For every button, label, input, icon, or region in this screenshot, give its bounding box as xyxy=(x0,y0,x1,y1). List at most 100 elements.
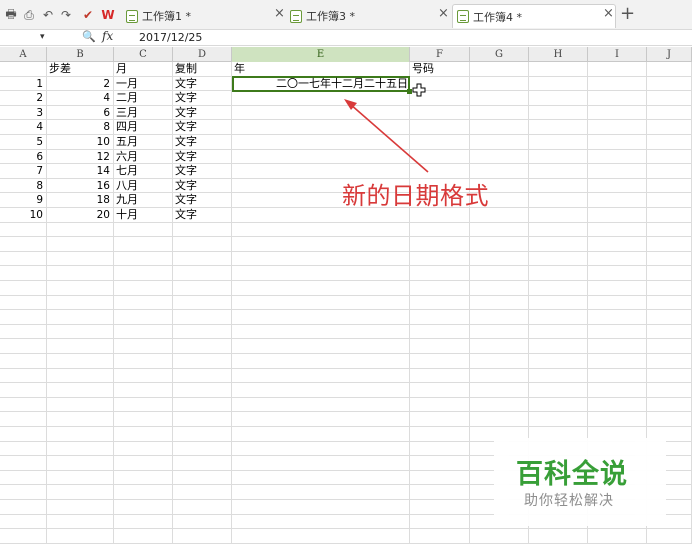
cell[interactable] xyxy=(173,251,232,267)
cell-header-copy[interactable]: 复制 xyxy=(173,62,232,77)
cell[interactable] xyxy=(410,310,470,325)
cell-step[interactable]: 18 xyxy=(47,193,114,208)
tab-workbook1[interactable]: 工作簿1 * xyxy=(126,4,191,28)
cell-index[interactable]: 6 xyxy=(0,149,47,165)
cell[interactable] xyxy=(232,91,410,106)
cell-copy[interactable]: 文字 xyxy=(173,193,232,208)
cell[interactable] xyxy=(470,412,529,427)
cell[interactable] xyxy=(410,456,470,471)
cell[interactable] xyxy=(410,281,470,296)
cell[interactable] xyxy=(588,164,647,179)
column-header-a[interactable]: A xyxy=(0,47,47,62)
cell[interactable] xyxy=(588,222,647,238)
cell[interactable] xyxy=(470,324,529,340)
cell[interactable] xyxy=(232,383,410,398)
cell[interactable] xyxy=(114,383,173,398)
cell[interactable] xyxy=(529,135,588,150)
cell[interactable] xyxy=(114,441,173,457)
cell[interactable] xyxy=(173,427,232,442)
cell-month[interactable]: 一月 xyxy=(114,76,173,92)
cell[interactable] xyxy=(114,354,173,369)
cell-month[interactable]: 十月 xyxy=(114,208,173,223)
cell[interactable] xyxy=(173,339,232,354)
cell[interactable] xyxy=(173,500,232,515)
close-tab-workbook4-icon[interactable]: × xyxy=(603,6,614,21)
cell[interactable] xyxy=(0,397,47,413)
cell-copy[interactable]: 文字 xyxy=(173,208,232,223)
cell[interactable] xyxy=(0,456,47,471)
cell[interactable] xyxy=(173,368,232,384)
cell[interactable] xyxy=(529,383,588,398)
cell[interactable] xyxy=(114,529,173,544)
cell[interactable] xyxy=(232,456,410,471)
cell[interactable] xyxy=(114,368,173,384)
cell-step[interactable]: 12 xyxy=(47,149,114,165)
cell[interactable] xyxy=(588,237,647,252)
cell[interactable] xyxy=(470,266,529,281)
column-header-h[interactable]: H xyxy=(529,47,588,62)
cell[interactable] xyxy=(588,91,647,106)
cell[interactable] xyxy=(470,62,529,77)
cell[interactable] xyxy=(588,295,647,311)
cell[interactable] xyxy=(410,339,470,354)
cell[interactable] xyxy=(529,324,588,340)
cell-month[interactable]: 五月 xyxy=(114,135,173,150)
cell-index[interactable]: 8 xyxy=(0,178,47,194)
cell[interactable] xyxy=(529,354,588,369)
cell[interactable] xyxy=(529,397,588,413)
cell[interactable] xyxy=(470,397,529,413)
cell[interactable] xyxy=(410,397,470,413)
cell-copy[interactable]: 文字 xyxy=(173,91,232,106)
cell[interactable] xyxy=(0,500,47,515)
cell[interactable] xyxy=(0,383,47,398)
cell[interactable] xyxy=(470,91,529,106)
cell[interactable] xyxy=(232,354,410,369)
cell[interactable] xyxy=(232,251,410,267)
cell[interactable] xyxy=(529,149,588,165)
cell[interactable] xyxy=(47,222,114,238)
cell[interactable] xyxy=(529,120,588,135)
cell[interactable] xyxy=(114,514,173,530)
cell[interactable] xyxy=(647,222,692,238)
cell-index[interactable]: 5 xyxy=(0,135,47,150)
cell[interactable] xyxy=(47,427,114,442)
cell[interactable] xyxy=(470,149,529,165)
cell[interactable] xyxy=(114,412,173,427)
cell[interactable] xyxy=(588,339,647,354)
cell-index[interactable]: 2 xyxy=(0,91,47,106)
wps-logo-icon[interactable]: W xyxy=(100,7,116,23)
cell[interactable] xyxy=(232,149,410,165)
cell[interactable] xyxy=(588,529,647,544)
cell[interactable] xyxy=(0,470,47,486)
cell[interactable] xyxy=(647,178,692,194)
cell[interactable] xyxy=(529,266,588,281)
print-preview-icon[interactable]: ⎙ xyxy=(21,7,37,23)
cell[interactable] xyxy=(647,120,692,135)
cell[interactable] xyxy=(647,62,692,77)
cell[interactable] xyxy=(0,237,47,252)
cell[interactable] xyxy=(588,368,647,384)
cell[interactable] xyxy=(470,368,529,384)
undo-icon[interactable]: ↶ xyxy=(40,7,56,23)
cell[interactable] xyxy=(47,324,114,340)
cell[interactable] xyxy=(173,237,232,252)
cell[interactable] xyxy=(647,354,692,369)
cell[interactable] xyxy=(0,427,47,442)
cell[interactable] xyxy=(647,251,692,267)
cell[interactable] xyxy=(47,397,114,413)
cell[interactable] xyxy=(588,76,647,92)
cell[interactable] xyxy=(47,383,114,398)
cell[interactable] xyxy=(470,105,529,121)
cell[interactable] xyxy=(588,412,647,427)
cell[interactable] xyxy=(647,91,692,106)
cell[interactable] xyxy=(0,339,47,354)
cell[interactable] xyxy=(410,514,470,530)
cell[interactable] xyxy=(529,62,588,77)
cell[interactable] xyxy=(647,368,692,384)
cell[interactable] xyxy=(410,485,470,500)
cell[interactable] xyxy=(410,120,470,135)
cell[interactable] xyxy=(410,354,470,369)
close-tab-workbook1-icon[interactable]: × xyxy=(274,6,285,21)
cell-step[interactable]: 16 xyxy=(47,178,114,194)
cell[interactable] xyxy=(232,427,410,442)
